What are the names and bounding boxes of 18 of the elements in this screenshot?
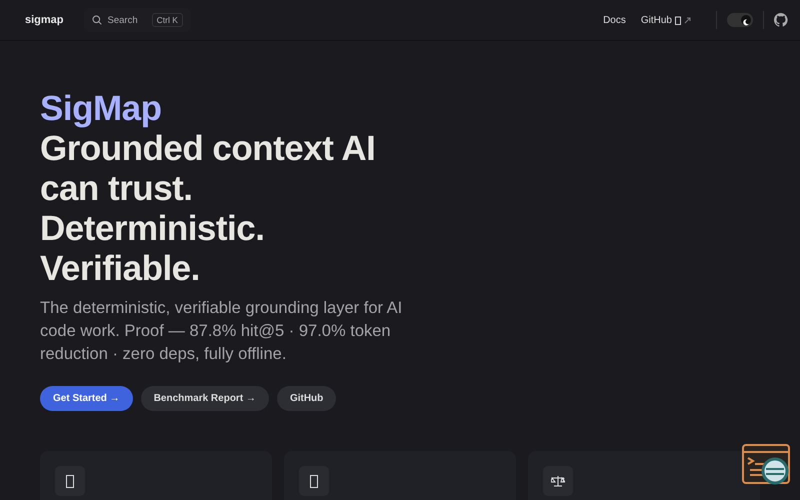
site-logo[interactable]: sigmap: [25, 14, 64, 26]
moon-icon: [741, 17, 751, 27]
theme-toggle[interactable]: [727, 13, 753, 27]
link-button[interactable]: GitHub: [276, 386, 336, 411]
external-link-icon: [675, 16, 691, 24]
box-icon: [310, 474, 318, 488]
nav-link[interactable]: GitHub: [640, 14, 691, 26]
box-icon: [66, 474, 74, 488]
hero-title: SigMap: [40, 89, 162, 129]
hero-description: The deterministic, verifiable grounding layer for AI code work. Proof — 87.8% hit@5 · 97.0% token reduction · zero deps, fully offline.: [40, 298, 404, 365]
link-button[interactable]: Benchmark Report →: [140, 386, 269, 411]
hero-tagline: Grounded context AI can trust. Deterministic. Verifiable.: [40, 129, 376, 289]
shortcut-hint: Ctrl K: [152, 13, 183, 27]
github-icon[interactable]: [774, 13, 788, 27]
get-started-button[interactable]: Get Started →: [40, 386, 133, 411]
search-icon: [92, 15, 102, 25]
scale-icon: [551, 475, 565, 487]
nav-link[interactable]: Docs: [603, 14, 626, 26]
